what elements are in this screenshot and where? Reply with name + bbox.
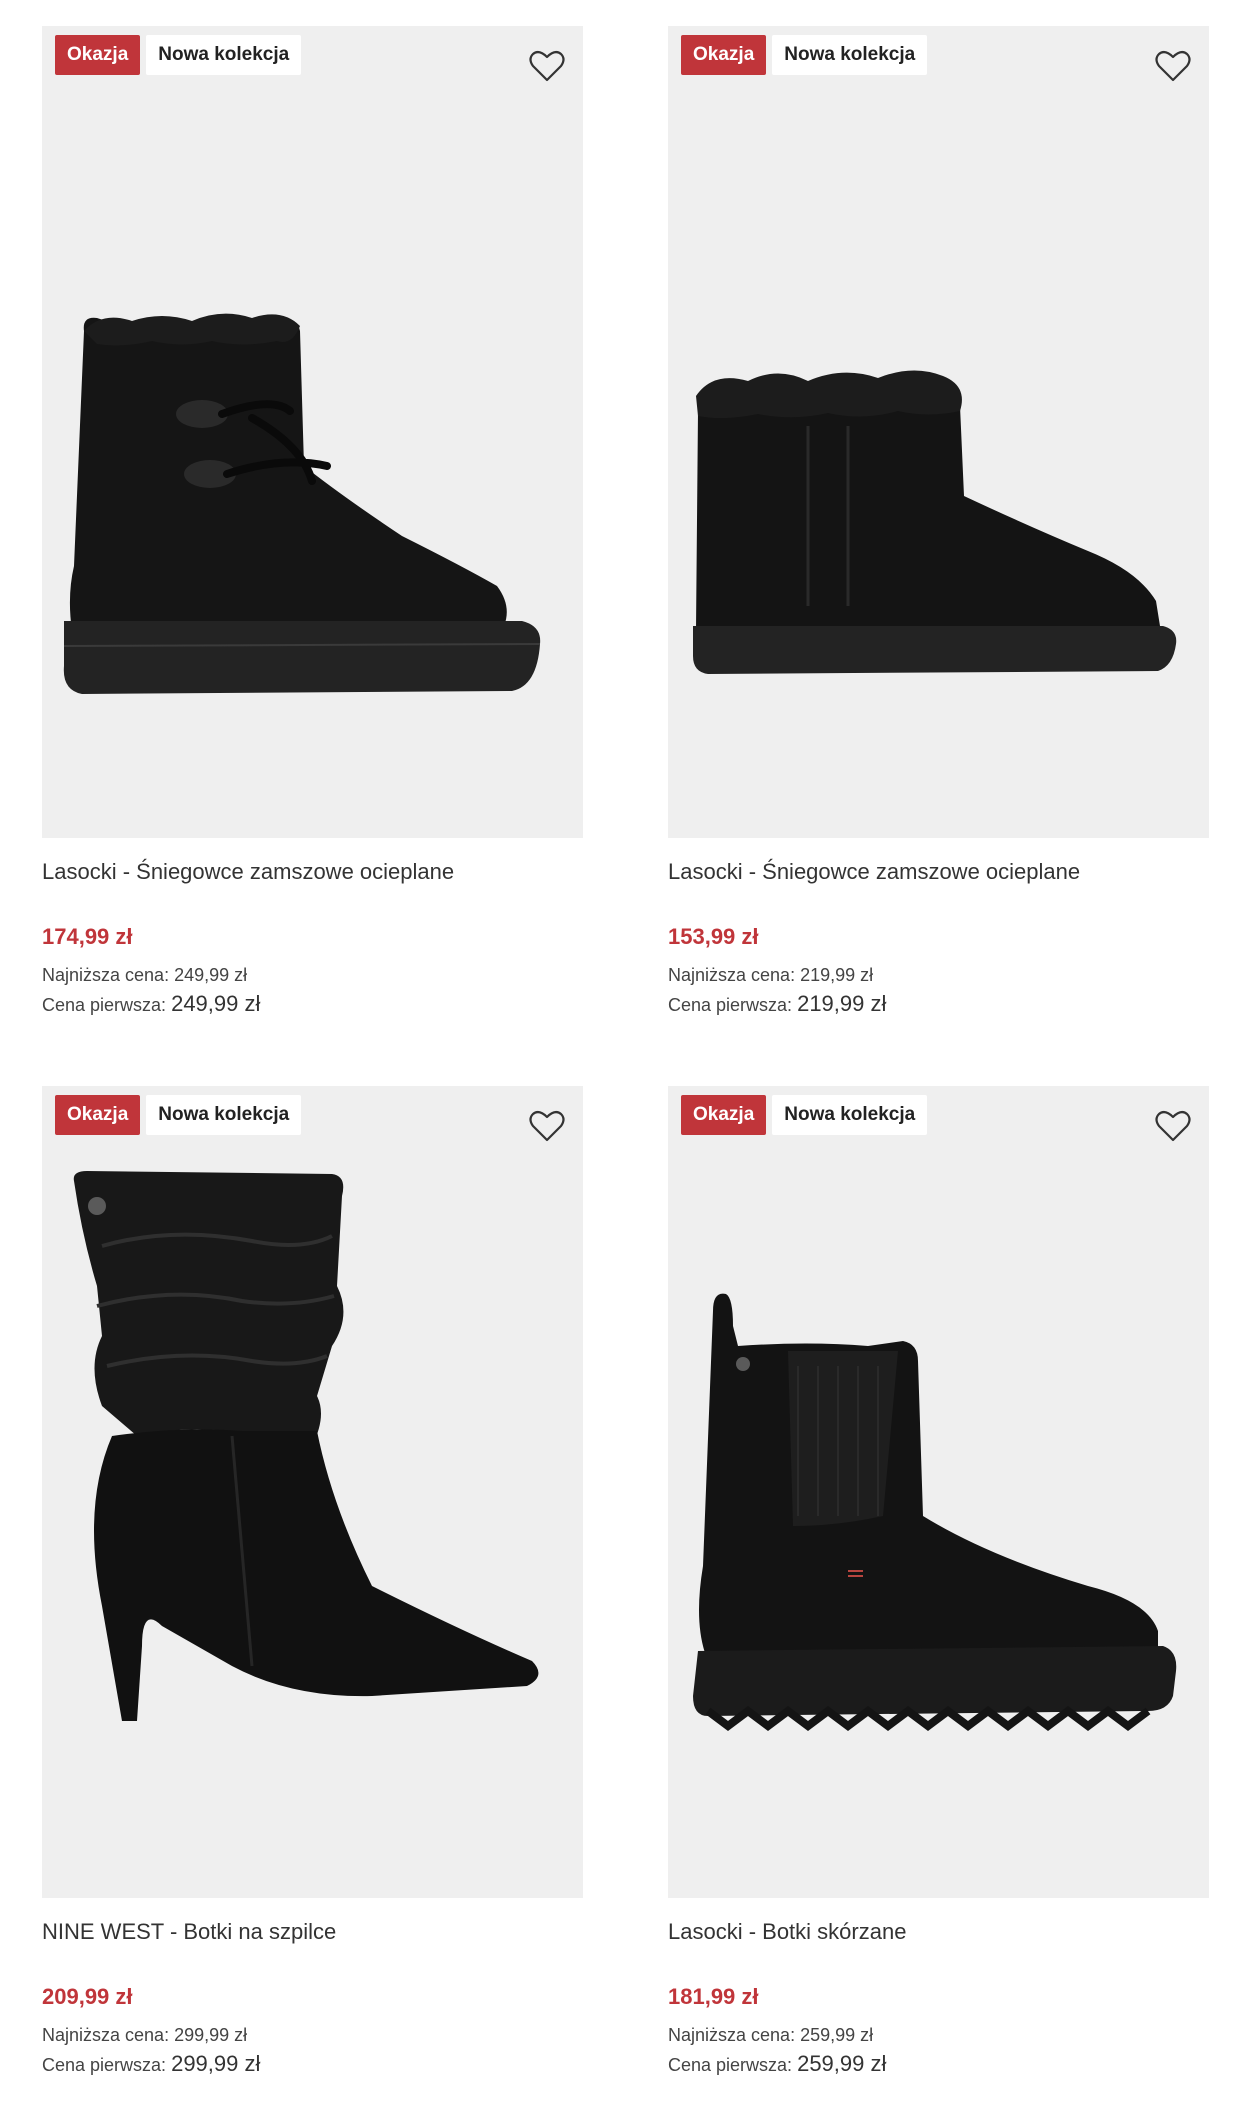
first-price: Cena pierwsza: 219,99 zł	[668, 990, 1209, 1018]
sale-badge: Okazja	[55, 35, 141, 75]
first-price-label: Cena pierwsza:	[42, 2055, 167, 2075]
product-card[interactable]: Okazja Nowa kolekcja Lasocki - Botki skó…	[668, 1086, 1209, 2088]
product-price: 209,99 zł	[42, 1984, 133, 2009]
product-card[interactable]: Okazja Nowa kolekcja Lasocki - Śniegowce…	[42, 26, 583, 1028]
new-collection-badge: Nowa kolekcja	[772, 1095, 928, 1135]
product-image	[693, 370, 1177, 674]
heart-outline-icon[interactable]	[527, 46, 567, 86]
lowest-price: Najniższa cena: 249,99 zł	[42, 962, 583, 988]
product-image-area[interactable]: Okazja Nowa kolekcja	[42, 26, 583, 838]
product-card[interactable]: Okazja Nowa kolekcja NINE WEST - Botki n…	[42, 1086, 583, 2088]
product-card[interactable]: Okazja Nowa kolekcja Lasocki - Śniegowce…	[668, 26, 1209, 1028]
lowest-price-value: 249,99 zł	[174, 965, 248, 985]
lowest-price-label: Najniższa cena:	[668, 2025, 796, 2045]
lowest-price: Najniższa cena: 219,99 zł	[668, 962, 1209, 988]
product-image	[693, 1293, 1177, 1731]
lowest-price-label: Najniższa cena:	[668, 965, 796, 985]
product-title[interactable]: Lasocki - Śniegowce zamszowe ocieplane	[668, 855, 1209, 889]
badge-group: Okazja Nowa kolekcja	[55, 35, 302, 75]
product-grid: Okazja Nowa kolekcja Lasocki - Śniegowce…	[42, 26, 1209, 2088]
product-image	[63, 313, 541, 694]
new-collection-badge: Nowa kolekcja	[146, 1095, 302, 1135]
first-price-label: Cena pierwsza:	[668, 2055, 793, 2075]
first-price-value: 299,99 zł	[171, 2051, 261, 2076]
first-price: Cena pierwsza: 299,99 zł	[42, 2050, 583, 2078]
lowest-price-label: Najniższa cena:	[42, 2025, 170, 2045]
heart-outline-icon[interactable]	[1153, 46, 1193, 86]
first-price-value: 219,99 zł	[797, 991, 887, 1016]
product-image-area[interactable]: Okazja Nowa kolekcja	[42, 1086, 583, 1898]
lowest-price-value: 219,99 zł	[800, 965, 874, 985]
product-title[interactable]: Lasocki - Botki skórzane	[668, 1915, 1209, 1949]
product-image-area[interactable]: Okazja Nowa kolekcja	[668, 1086, 1209, 1898]
lowest-price: Najniższa cena: 299,99 zł	[42, 2022, 583, 2048]
product-price: 153,99 zł	[668, 924, 759, 949]
new-collection-badge: Nowa kolekcja	[146, 35, 302, 75]
first-price-label: Cena pierwsza:	[42, 995, 167, 1015]
first-price-value: 249,99 zł	[171, 991, 261, 1016]
product-price: 181,99 zł	[668, 1984, 759, 2009]
product-image	[73, 1171, 539, 1721]
product-image-area[interactable]: Okazja Nowa kolekcja	[668, 26, 1209, 838]
lowest-price-value: 299,99 zł	[174, 2025, 248, 2045]
sale-badge: Okazja	[55, 1095, 141, 1135]
badge-group: Okazja Nowa kolekcja	[55, 1095, 302, 1135]
first-price-label: Cena pierwsza:	[668, 995, 793, 1015]
heart-outline-icon[interactable]	[527, 1106, 567, 1146]
product-title[interactable]: Lasocki - Śniegowce zamszowe ocieplane	[42, 855, 583, 889]
heart-outline-icon[interactable]	[1153, 1106, 1193, 1146]
lowest-price: Najniższa cena: 259,99 zł	[668, 2022, 1209, 2048]
sale-badge: Okazja	[681, 35, 767, 75]
product-price: 174,99 zł	[42, 924, 133, 949]
first-price-value: 259,99 zł	[797, 2051, 887, 2076]
new-collection-badge: Nowa kolekcja	[772, 35, 928, 75]
badge-group: Okazja Nowa kolekcja	[681, 35, 928, 75]
first-price: Cena pierwsza: 259,99 zł	[668, 2050, 1209, 2078]
first-price: Cena pierwsza: 249,99 zł	[42, 990, 583, 1018]
lowest-price-label: Najniższa cena:	[42, 965, 170, 985]
product-title[interactable]: NINE WEST - Botki na szpilce	[42, 1915, 583, 1949]
sale-badge: Okazja	[681, 1095, 767, 1135]
lowest-price-value: 259,99 zł	[800, 2025, 874, 2045]
badge-group: Okazja Nowa kolekcja	[681, 1095, 928, 1135]
